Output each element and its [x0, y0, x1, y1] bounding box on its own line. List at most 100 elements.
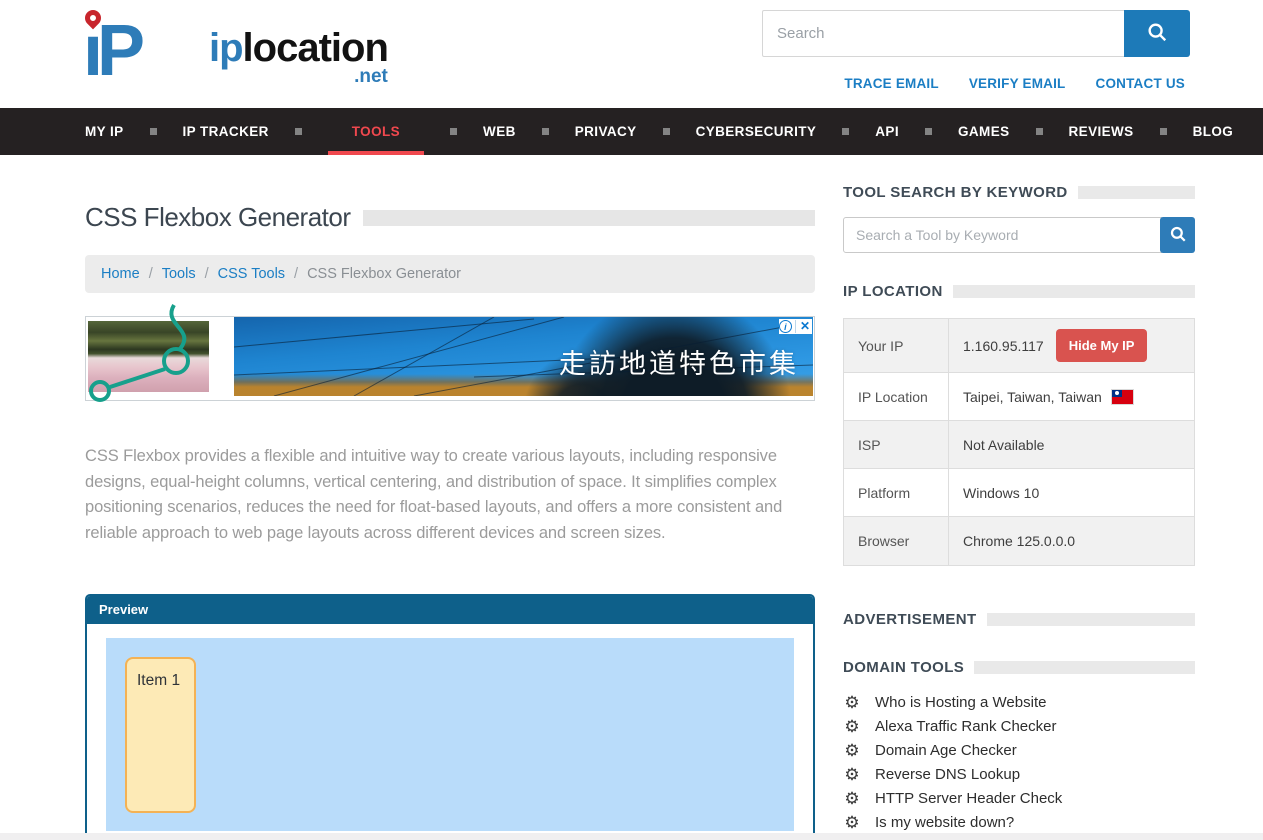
nav-item-ip-tracker[interactable]: IP TRACKER	[183, 108, 269, 155]
logo-mark: ıP	[83, 8, 205, 94]
breadcrumb-css-tools-link[interactable]: CSS Tools	[218, 266, 285, 282]
gear-icon: ⚙	[843, 694, 861, 711]
ip-location-heading: IP LOCATION	[843, 283, 1195, 300]
nav-separator-icon	[150, 128, 157, 135]
nav-separator-icon	[542, 128, 549, 135]
content-area: CSS Flexbox Generator Home / Tools / CSS…	[0, 155, 1263, 840]
header-search-button[interactable]	[1124, 10, 1190, 57]
hide-my-ip-button[interactable]: Hide My IP	[1056, 329, 1148, 362]
table-row: Your IP 1.160.95.117 Hide My IP	[844, 319, 1194, 373]
ad-close-icon[interactable]: ✕	[795, 320, 812, 333]
gear-icon: ⚙	[843, 790, 861, 807]
footer-strip	[0, 833, 1263, 840]
gear-icon: ⚙	[843, 766, 861, 783]
logo-word-ip: ip	[209, 26, 243, 70]
tool-search-input[interactable]	[843, 217, 1162, 253]
ad-route-graphic	[76, 303, 226, 413]
your-ip-value: 1.160.95.117	[963, 338, 1044, 354]
platform-value: Windows 10	[963, 485, 1039, 501]
taiwan-flag-icon	[1112, 390, 1133, 404]
contact-us-link[interactable]: CONTACT US	[1096, 76, 1186, 91]
tool-search-heading: TOOL SEARCH BY KEYWORD	[843, 184, 1195, 201]
ad-controls: i ✕	[779, 319, 812, 334]
advertisement-heading: ADVERTISEMENT	[843, 611, 1195, 628]
nav-item-privacy[interactable]: PRIVACY	[575, 108, 637, 155]
table-row: Platform Windows 10	[844, 469, 1194, 517]
heading-decoration-bar	[987, 613, 1195, 626]
header-quick-links: TRACE EMAIL VERIFY EMAIL CONTACT US	[844, 76, 1185, 91]
title-row: CSS Flexbox Generator	[85, 202, 815, 233]
search-icon	[1146, 21, 1168, 46]
breadcrumb-current: CSS Flexbox Generator	[307, 266, 461, 282]
main-column: CSS Flexbox Generator Home / Tools / CSS…	[85, 155, 815, 840]
nav-item-games[interactable]: GAMES	[958, 108, 1010, 155]
page-title: CSS Flexbox Generator	[85, 202, 351, 233]
ad-left-image	[88, 321, 209, 392]
ad-overlay-text: 走訪地道特色市集	[559, 342, 799, 381]
nav-item-api[interactable]: API	[875, 108, 899, 155]
domain-tool-domain-age[interactable]: ⚙ Domain Age Checker	[843, 742, 1195, 759]
heading-decoration-bar	[953, 285, 1195, 298]
nav-separator-icon	[842, 128, 849, 135]
search-icon	[1169, 225, 1187, 246]
table-row: Browser Chrome 125.0.0.0	[844, 517, 1194, 565]
breadcrumb-tools-link[interactable]: Tools	[162, 266, 196, 282]
site-logo[interactable]: ıP iplocation .net	[83, 8, 388, 94]
breadcrumb-separator: /	[294, 266, 298, 282]
domain-tools-list: ⚙ Who is Hosting a Website ⚙ Alexa Traff…	[843, 694, 1195, 840]
gear-icon: ⚙	[843, 814, 861, 831]
logo-wordmark: iplocation .net	[209, 28, 388, 88]
ip-location-table: Your IP 1.160.95.117 Hide My IP IP Locat…	[843, 318, 1195, 566]
nav-separator-icon	[450, 128, 457, 135]
title-decoration-bar	[363, 210, 815, 226]
site-header: ıP iplocation .net TRACE EMAIL	[0, 0, 1263, 108]
ad-banner[interactable]: 走訪地道特色市集 i ✕	[85, 316, 815, 401]
table-row: ISP Not Available	[844, 421, 1194, 469]
main-nav: MY IP IP TRACKER TOOLS WEB PRIVACY CYBER…	[0, 108, 1263, 155]
nav-item-web[interactable]: WEB	[483, 108, 516, 155]
domain-tools-heading: DOMAIN TOOLS	[843, 659, 1195, 676]
heading-decoration-bar	[974, 661, 1195, 674]
breadcrumb: Home / Tools / CSS Tools / CSS Flexbox G…	[85, 255, 815, 293]
header-search-input[interactable]	[762, 10, 1124, 57]
browser-value: Chrome 125.0.0.0	[963, 533, 1075, 549]
nav-item-blog[interactable]: BLOG	[1193, 108, 1234, 155]
flexbox-preview-container: Item 1	[106, 638, 794, 831]
preview-panel: Preview Item 1	[85, 594, 815, 840]
ad-right-image: 走訪地道特色市集	[234, 317, 813, 396]
nav-separator-icon	[1160, 128, 1167, 135]
sidebar: TOOL SEARCH BY KEYWORD IP LOCATION	[843, 155, 1195, 840]
tool-search	[843, 217, 1195, 253]
verify-email-link[interactable]: VERIFY EMAIL	[969, 76, 1066, 91]
preview-panel-header: Preview	[87, 596, 813, 624]
isp-value: Not Available	[963, 437, 1044, 453]
nav-separator-icon	[925, 128, 932, 135]
table-row: IP Location Taipei, Taiwan, Taiwan	[844, 373, 1194, 421]
domain-tool-reverse-dns[interactable]: ⚙ Reverse DNS Lookup	[843, 766, 1195, 783]
flexbox-preview-item[interactable]: Item 1	[125, 657, 196, 813]
domain-tool-alexa-rank[interactable]: ⚙ Alexa Traffic Rank Checker	[843, 718, 1195, 735]
breadcrumb-separator: /	[205, 266, 209, 282]
preview-panel-body: Item 1	[87, 624, 813, 840]
domain-tool-who-is-hosting[interactable]: ⚙ Who is Hosting a Website	[843, 694, 1195, 711]
nav-item-cybersecurity[interactable]: CYBERSECURITY	[696, 108, 817, 155]
ad-info-icon[interactable]: i	[779, 320, 792, 333]
nav-separator-icon	[663, 128, 670, 135]
domain-tool-website-down[interactable]: ⚙ Is my website down?	[843, 814, 1195, 831]
nav-item-my-ip[interactable]: MY IP	[85, 108, 124, 155]
page: ıP iplocation .net TRACE EMAIL	[0, 0, 1263, 840]
nav-separator-icon	[295, 128, 302, 135]
tool-search-button[interactable]	[1160, 217, 1195, 253]
nav-item-tools[interactable]: TOOLS	[328, 108, 424, 155]
domain-tool-http-header[interactable]: ⚙ HTTP Server Header Check	[843, 790, 1195, 807]
logo-word-location: location	[243, 26, 388, 70]
gear-icon: ⚙	[843, 742, 861, 759]
nav-item-reviews[interactable]: REVIEWS	[1069, 108, 1134, 155]
ip-location-value: Taipei, Taiwan, Taiwan	[963, 389, 1102, 405]
trace-email-link[interactable]: TRACE EMAIL	[844, 76, 938, 91]
nav-separator-icon	[1036, 128, 1043, 135]
header-search	[762, 10, 1190, 57]
breadcrumb-home-link[interactable]: Home	[101, 266, 140, 282]
breadcrumb-separator: /	[149, 266, 153, 282]
gear-icon: ⚙	[843, 718, 861, 735]
